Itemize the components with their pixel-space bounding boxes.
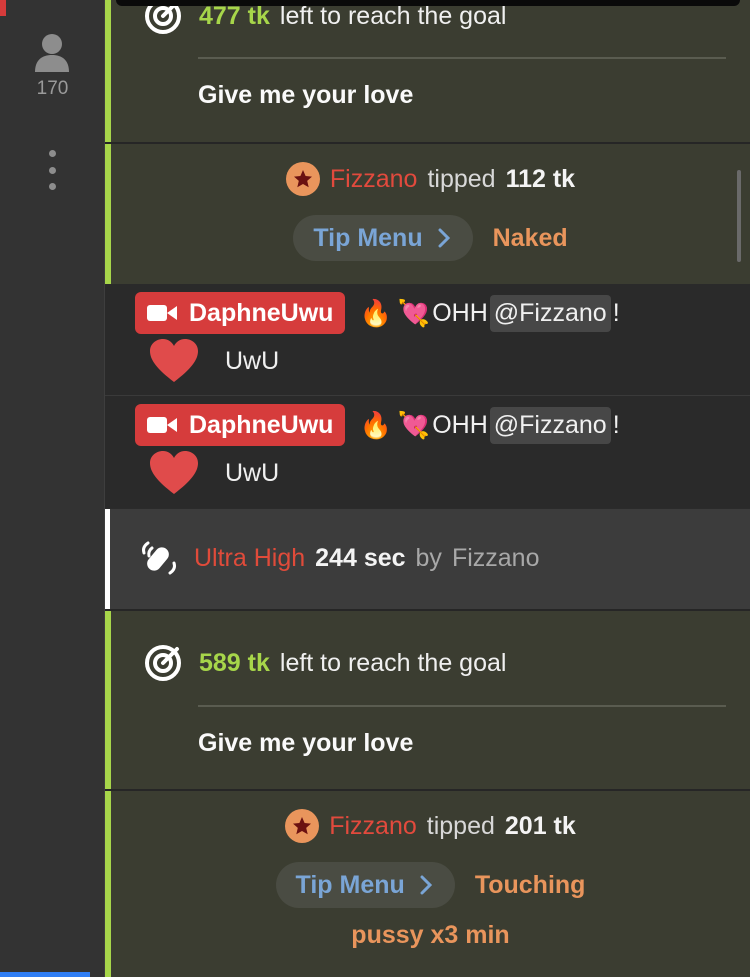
username-badge[interactable]: DaphneUwu bbox=[135, 404, 346, 446]
tip-menu-button[interactable]: Tip Menu bbox=[275, 862, 455, 908]
tip-menu-row: Tip Menu Touching bbox=[111, 862, 750, 908]
tipped-label: tipped bbox=[426, 811, 495, 840]
tip-amount: 112 tk bbox=[505, 164, 576, 193]
chat-feed[interactable]: 477 tk left to reach the goal Give me yo… bbox=[105, 0, 750, 977]
vibe-by-label: by bbox=[415, 543, 442, 572]
chat-app: 170 477 tk left to reach the goal Give m… bbox=[0, 0, 750, 977]
camera-icon bbox=[147, 305, 177, 321]
tip-menu-label: Tip Menu bbox=[295, 870, 405, 899]
top-overlay-bar bbox=[116, 0, 740, 6]
vibe-user[interactable]: Fizzano bbox=[452, 544, 540, 573]
fire-emoji: 🔥 bbox=[359, 409, 392, 440]
tip-menu-item: Naked bbox=[492, 223, 568, 252]
goal-text: left to reach the goal bbox=[279, 648, 507, 677]
tipped-label: tipped bbox=[427, 164, 496, 193]
vibe-line: Ultra High 244 sec by Fizzano bbox=[140, 539, 539, 577]
user-mention[interactable]: @Fizzano bbox=[489, 294, 611, 332]
tip-menu-item: Touching bbox=[474, 870, 586, 899]
chat-line-2: UwU bbox=[149, 450, 279, 496]
tip-menu-row: Tip Menu Naked bbox=[111, 215, 750, 261]
username-badge[interactable]: DaphneUwu bbox=[135, 292, 346, 334]
goal-divider bbox=[198, 57, 726, 59]
target-icon bbox=[145, 645, 181, 681]
message-suffix: ! bbox=[612, 410, 620, 439]
vibration-icon bbox=[142, 541, 176, 575]
camera-icon bbox=[147, 417, 177, 433]
tip-message: Fizzano tipped 201 tk Tip Menu Touching … bbox=[105, 791, 750, 977]
chat-line: DaphneUwu 🔥 💘 OHH @Fizzano ! bbox=[135, 292, 620, 334]
heart-arrow-emoji: 💘 bbox=[397, 297, 431, 328]
tip-message: Fizzano tipped 112 tk Tip Menu Naked bbox=[105, 144, 750, 284]
tip-line: Fizzano tipped 201 tk bbox=[111, 809, 750, 843]
goal-message: 589 tk left to reach the goal Give me yo… bbox=[105, 611, 750, 789]
message-text: OHH bbox=[432, 298, 488, 327]
message-text: OHH bbox=[432, 410, 488, 439]
viewer-count: 170 bbox=[36, 78, 69, 99]
goal-title: Give me your love bbox=[198, 729, 414, 757]
tip-menu-item-continued: pussy x3 min bbox=[351, 921, 510, 949]
chat-line-2: UwU bbox=[149, 338, 279, 384]
vibe-level: Ultra High bbox=[194, 543, 306, 572]
vibe-duration: 244 sec bbox=[315, 543, 406, 572]
goal-message: 477 tk left to reach the goal Give me yo… bbox=[105, 0, 750, 142]
bottom-indicator bbox=[0, 972, 90, 977]
tipper-name[interactable]: Fizzano bbox=[330, 165, 418, 194]
heart-icon bbox=[150, 451, 198, 494]
tip-menu-button[interactable]: Tip Menu bbox=[293, 215, 473, 261]
tip-line: Fizzano tipped 112 tk bbox=[111, 162, 750, 196]
message-text-2: UwU bbox=[225, 346, 280, 375]
active-indicator bbox=[0, 0, 6, 16]
heart-icon bbox=[150, 339, 198, 382]
message-suffix: ! bbox=[612, 298, 620, 327]
chat-message: DaphneUwu 🔥 💘 OHH @Fizzano ! UwU bbox=[105, 284, 750, 396]
star-badge-icon bbox=[285, 162, 320, 196]
tipper-name[interactable]: Fizzano bbox=[329, 812, 417, 841]
message-text-2: UwU bbox=[225, 458, 280, 487]
user-icon[interactable] bbox=[33, 32, 71, 72]
chat-line: DaphneUwu 🔥 💘 OHH @Fizzano ! bbox=[135, 404, 620, 446]
tip-menu-label: Tip Menu bbox=[313, 223, 423, 252]
star-badge-icon bbox=[285, 809, 320, 843]
left-sidebar: 170 bbox=[0, 0, 105, 977]
chevron-right-icon bbox=[420, 875, 432, 895]
tip-amount: 201 tk bbox=[504, 811, 576, 840]
scrollbar[interactable] bbox=[737, 170, 741, 262]
vibe-message: Ultra High 244 sec by Fizzano bbox=[105, 509, 750, 609]
username: DaphneUwu bbox=[189, 410, 334, 439]
heart-arrow-emoji: 💘 bbox=[397, 409, 431, 440]
goal-progress-line: 589 tk left to reach the goal bbox=[143, 643, 506, 683]
goal-title: Give me your love bbox=[198, 81, 414, 109]
chevron-right-icon bbox=[438, 228, 450, 248]
chat-message: DaphneUwu 🔥 💘 OHH @Fizzano ! UwU bbox=[105, 396, 750, 508]
username: DaphneUwu bbox=[189, 298, 334, 327]
fire-emoji: 🔥 bbox=[359, 297, 392, 328]
goal-divider bbox=[198, 705, 726, 707]
more-vertical-icon[interactable] bbox=[44, 150, 60, 190]
goal-tokens-left: 589 tk bbox=[199, 648, 270, 677]
user-mention[interactable]: @Fizzano bbox=[489, 406, 611, 444]
